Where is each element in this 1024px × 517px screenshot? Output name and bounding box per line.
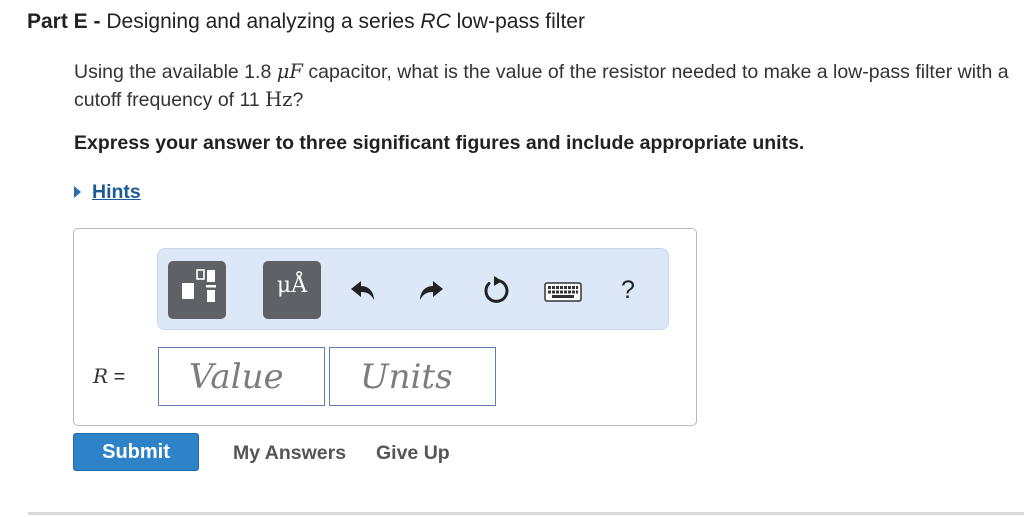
question-text: Using the available 1.8 μF capacitor, wh… xyxy=(74,58,1014,114)
units-icon: μÅ xyxy=(276,273,308,298)
frequency-unit: Hz xyxy=(265,88,293,111)
part-title-rc: RC xyxy=(420,10,451,33)
part-separator: - xyxy=(87,10,107,33)
hints-toggle[interactable]: Hints xyxy=(74,179,141,205)
capacitance-unit-f: F xyxy=(289,60,303,83)
part-title: Part E - Designing and analyzing a serie… xyxy=(27,8,585,36)
part-title-text: Designing and analyzing a series xyxy=(106,10,421,33)
give-up-link[interactable]: Give Up xyxy=(376,441,450,465)
answer-instruction: Express your answer to three significant… xyxy=(74,132,805,154)
question-part-3: ? xyxy=(292,89,304,111)
templates-button[interactable] xyxy=(168,261,226,319)
expand-triangle-icon xyxy=(74,186,81,198)
part-label: Part E xyxy=(27,10,88,33)
section-divider xyxy=(28,512,1024,515)
question-part-1: Using the available 1.8 xyxy=(74,61,277,83)
variable-symbol: R xyxy=(93,364,109,388)
capacitance-unit-mu: μ xyxy=(276,60,290,83)
templates-icon xyxy=(182,269,216,302)
reset-icon[interactable] xyxy=(480,275,512,307)
units-button[interactable]: μÅ xyxy=(263,261,321,319)
variable-label: R = xyxy=(93,363,125,390)
help-icon[interactable]: ? xyxy=(621,276,635,304)
value-input[interactable] xyxy=(158,347,325,406)
submit-button[interactable]: Submit xyxy=(73,433,199,471)
units-input[interactable] xyxy=(329,347,496,406)
my-answers-link[interactable]: My Answers xyxy=(233,441,346,465)
undo-icon[interactable] xyxy=(349,278,379,304)
hints-link[interactable]: Hints xyxy=(92,179,141,205)
keyboard-icon[interactable] xyxy=(544,281,582,303)
math-toolbar xyxy=(157,248,669,330)
redo-icon[interactable] xyxy=(415,278,445,304)
equals-sign: = xyxy=(108,366,126,388)
part-title-suffix: low-pass filter xyxy=(450,10,585,33)
